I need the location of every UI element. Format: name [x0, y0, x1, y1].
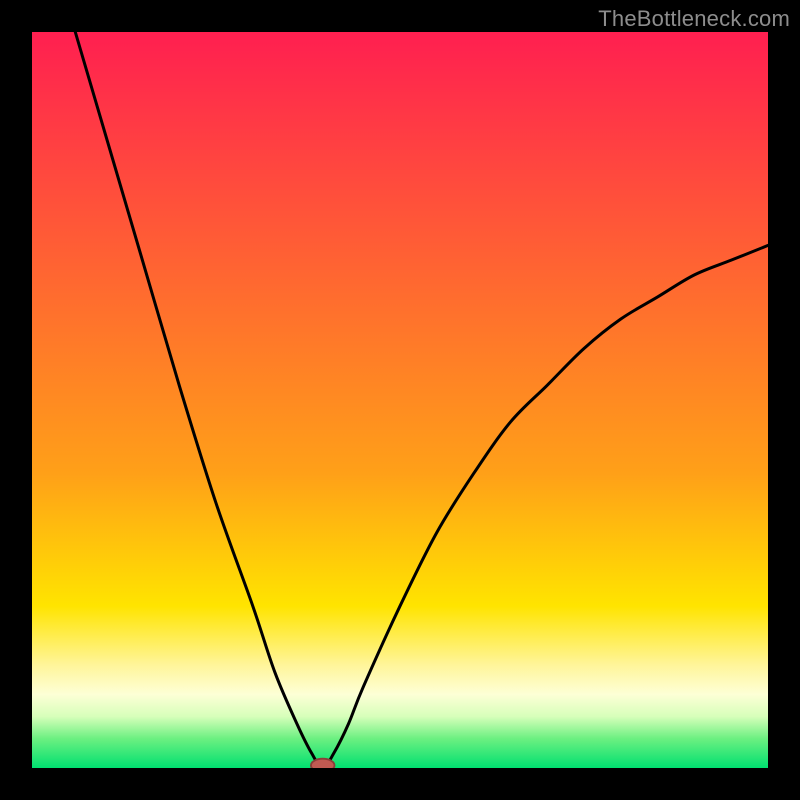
optimal-point-marker	[311, 759, 335, 768]
chart-frame: TheBottleneck.com	[0, 0, 800, 800]
gradient-background	[32, 32, 768, 768]
bottleneck-chart	[32, 32, 768, 768]
attribution-label: TheBottleneck.com	[598, 6, 790, 32]
